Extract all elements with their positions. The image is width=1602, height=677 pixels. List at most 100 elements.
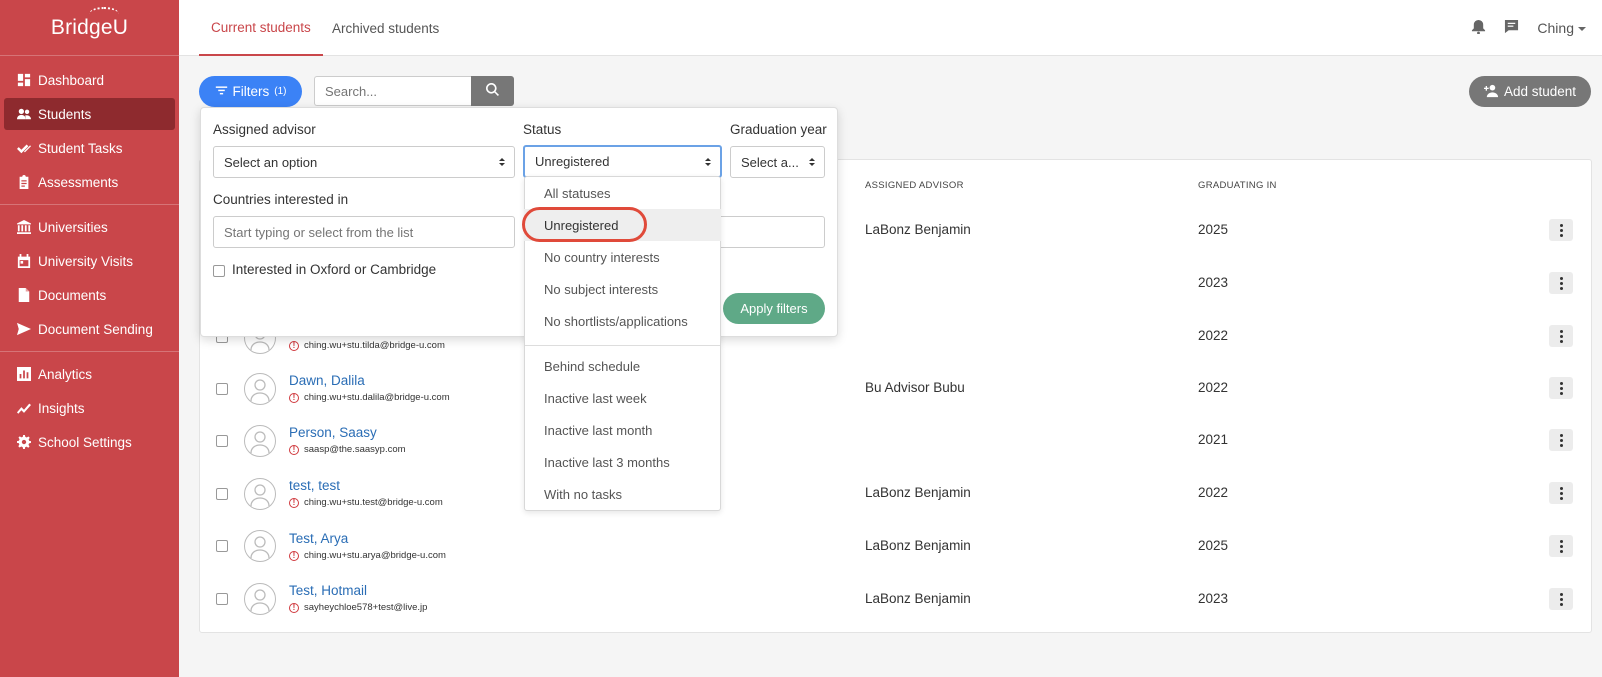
alert-icon: ! <box>289 550 299 561</box>
row-email: ! saasp@the.saasyp.com <box>289 444 406 455</box>
status-option[interactable]: With no tasks <box>524 478 721 510</box>
status-select[interactable]: Unregistered <box>523 145 722 178</box>
student-name-link[interactable]: Test, Arya <box>289 531 348 546</box>
status-option[interactable]: No shortlists/applications <box>524 305 721 337</box>
row-menu-button[interactable] <box>1549 219 1573 241</box>
countries-label: Countries interested in <box>213 192 349 207</box>
status-option[interactable]: Inactive last week <box>524 382 721 414</box>
sidebar-item-assessments[interactable]: Assessments <box>4 166 175 198</box>
filters-count: (1) <box>274 86 287 97</box>
graduation-year-label: Graduation year <box>730 122 827 137</box>
alert-icon: ! <box>289 497 299 508</box>
status-option[interactable]: No subject interests <box>524 273 721 305</box>
add-user-icon <box>1483 83 1499 101</box>
sidebar-item-university-visits[interactable]: University Visits <box>4 245 175 277</box>
nav-group-main: Dashboard Students Student Tasks Assessm… <box>0 62 179 460</box>
sidebar-item-analytics[interactable]: Analytics <box>4 358 175 390</box>
filters-button[interactable]: Filters (1) <box>199 76 302 107</box>
row-graduating: 2022 <box>1198 328 1229 343</box>
row-checkbox[interactable] <box>216 593 228 605</box>
filter-icon <box>215 84 228 100</box>
row-menu-button[interactable] <box>1549 272 1573 294</box>
email-text: ching.wu+stu.test@bridge-u.com <box>304 497 443 508</box>
row-checkbox[interactable] <box>216 488 228 500</box>
row-graduating: 2021 <box>1198 432 1229 447</box>
divider <box>0 204 179 205</box>
row-graduating: 2025 <box>1198 538 1229 553</box>
status-option[interactable]: Behind schedule <box>524 350 721 382</box>
search-input[interactable] <box>314 76 471 106</box>
top-right-actions: Ching <box>1471 0 1586 56</box>
row-graduating: 2023 <box>1198 591 1229 606</box>
status-option[interactable]: All statuses <box>524 177 721 209</box>
row-checkbox[interactable] <box>216 540 228 552</box>
countries-input[interactable] <box>213 216 515 248</box>
send-icon <box>17 322 31 336</box>
tab-current-students[interactable]: Current students <box>199 0 323 56</box>
row-email: ! ching.wu+stu.arya@bridge-u.com <box>289 550 446 561</box>
sidebar-item-documents[interactable]: Documents <box>4 279 175 311</box>
search-button[interactable] <box>471 76 514 106</box>
row-advisor: LaBonz Benjamin <box>865 485 971 500</box>
student-name-link[interactable]: test, test <box>289 478 340 493</box>
row-menu-button[interactable] <box>1549 325 1573 347</box>
status-option[interactable]: Inactive last month <box>524 414 721 446</box>
bar-chart-icon <box>17 367 31 381</box>
student-name-link[interactable]: Person, Saasy <box>289 425 377 440</box>
sidebar-item-school-settings[interactable]: School Settings <box>4 426 175 458</box>
status-label: Status <box>523 122 562 137</box>
add-student-button[interactable]: Add student <box>1469 76 1591 107</box>
row-checkbox[interactable] <box>216 435 228 447</box>
user-menu[interactable]: Ching <box>1537 20 1586 36</box>
sidebar-item-document-sending[interactable]: Document Sending <box>4 313 175 345</box>
select-value: Select a... <box>741 154 799 170</box>
email-text: ching.wu+stu.dalila@bridge-u.com <box>304 392 450 403</box>
row-graduating: 2022 <box>1198 485 1229 500</box>
add-student-label: Add student <box>1503 84 1577 99</box>
assigned-advisor-select[interactable]: Select an option <box>213 146 515 178</box>
checks-icon <box>17 141 31 155</box>
graduation-year-select[interactable]: Select a... <box>730 146 825 178</box>
oxbridge-label[interactable]: Interested in Oxford or Cambridge <box>232 262 436 277</box>
message-icon[interactable] <box>1504 19 1519 37</box>
sidebar-item-label: Student Tasks <box>38 140 123 156</box>
row-checkbox[interactable] <box>216 383 228 395</box>
highlight-ring <box>522 207 647 242</box>
email-text: ching.wu+stu.arya@bridge-u.com <box>304 550 446 561</box>
avatar <box>244 373 276 405</box>
sidebar-item-universities[interactable]: Universities <box>4 211 175 243</box>
sidebar-item-insights[interactable]: Insights <box>4 392 175 424</box>
row-menu-button[interactable] <box>1549 535 1573 557</box>
sidebar-item-student-tasks[interactable]: Student Tasks <box>4 132 175 164</box>
sidebar-item-dashboard[interactable]: Dashboard <box>4 64 175 96</box>
bridgeu-logo[interactable]: BridgeU <box>0 0 179 56</box>
user-name: Ching <box>1537 20 1574 36</box>
status-option[interactable]: Inactive last 3 months <box>524 446 721 478</box>
row-menu-button[interactable] <box>1549 588 1573 610</box>
row-menu-button[interactable] <box>1549 429 1573 451</box>
apply-filters-button[interactable]: Apply filters <box>723 293 825 324</box>
search-icon <box>486 83 499 99</box>
dropdown-divider <box>525 345 720 346</box>
sidebar-item-label: Students <box>38 106 92 122</box>
sidebar: BridgeU Dashboard Students Student Tasks… <box>0 0 179 677</box>
tab-archived-students[interactable]: Archived students <box>320 0 451 56</box>
gear-icon <box>17 435 31 449</box>
row-email: ! ching.wu+stu.tilda@bridge-u.com <box>289 340 445 351</box>
chevron-down-icon <box>1578 27 1586 32</box>
row-menu-button[interactable] <box>1549 482 1573 504</box>
clipboard-icon <box>17 175 31 189</box>
oxbridge-checkbox[interactable] <box>213 265 225 277</box>
sidebar-item-students[interactable]: Students <box>4 98 175 130</box>
student-name-link[interactable]: Test, Hotmail <box>289 583 367 598</box>
row-advisor: LaBonz Benjamin <box>865 222 971 237</box>
top-bar: Current students Archived students Ching <box>179 0 1602 56</box>
sidebar-item-label: University Visits <box>38 253 134 269</box>
subjects-input[interactable] <box>718 216 825 248</box>
row-menu-button[interactable] <box>1549 377 1573 399</box>
avatar <box>244 530 276 562</box>
row-advisor: LaBonz Benjamin <box>865 538 971 553</box>
bell-icon[interactable] <box>1471 19 1486 37</box>
status-option[interactable]: No country interests <box>524 241 721 273</box>
student-name-link[interactable]: Dawn, Dalila <box>289 373 365 388</box>
